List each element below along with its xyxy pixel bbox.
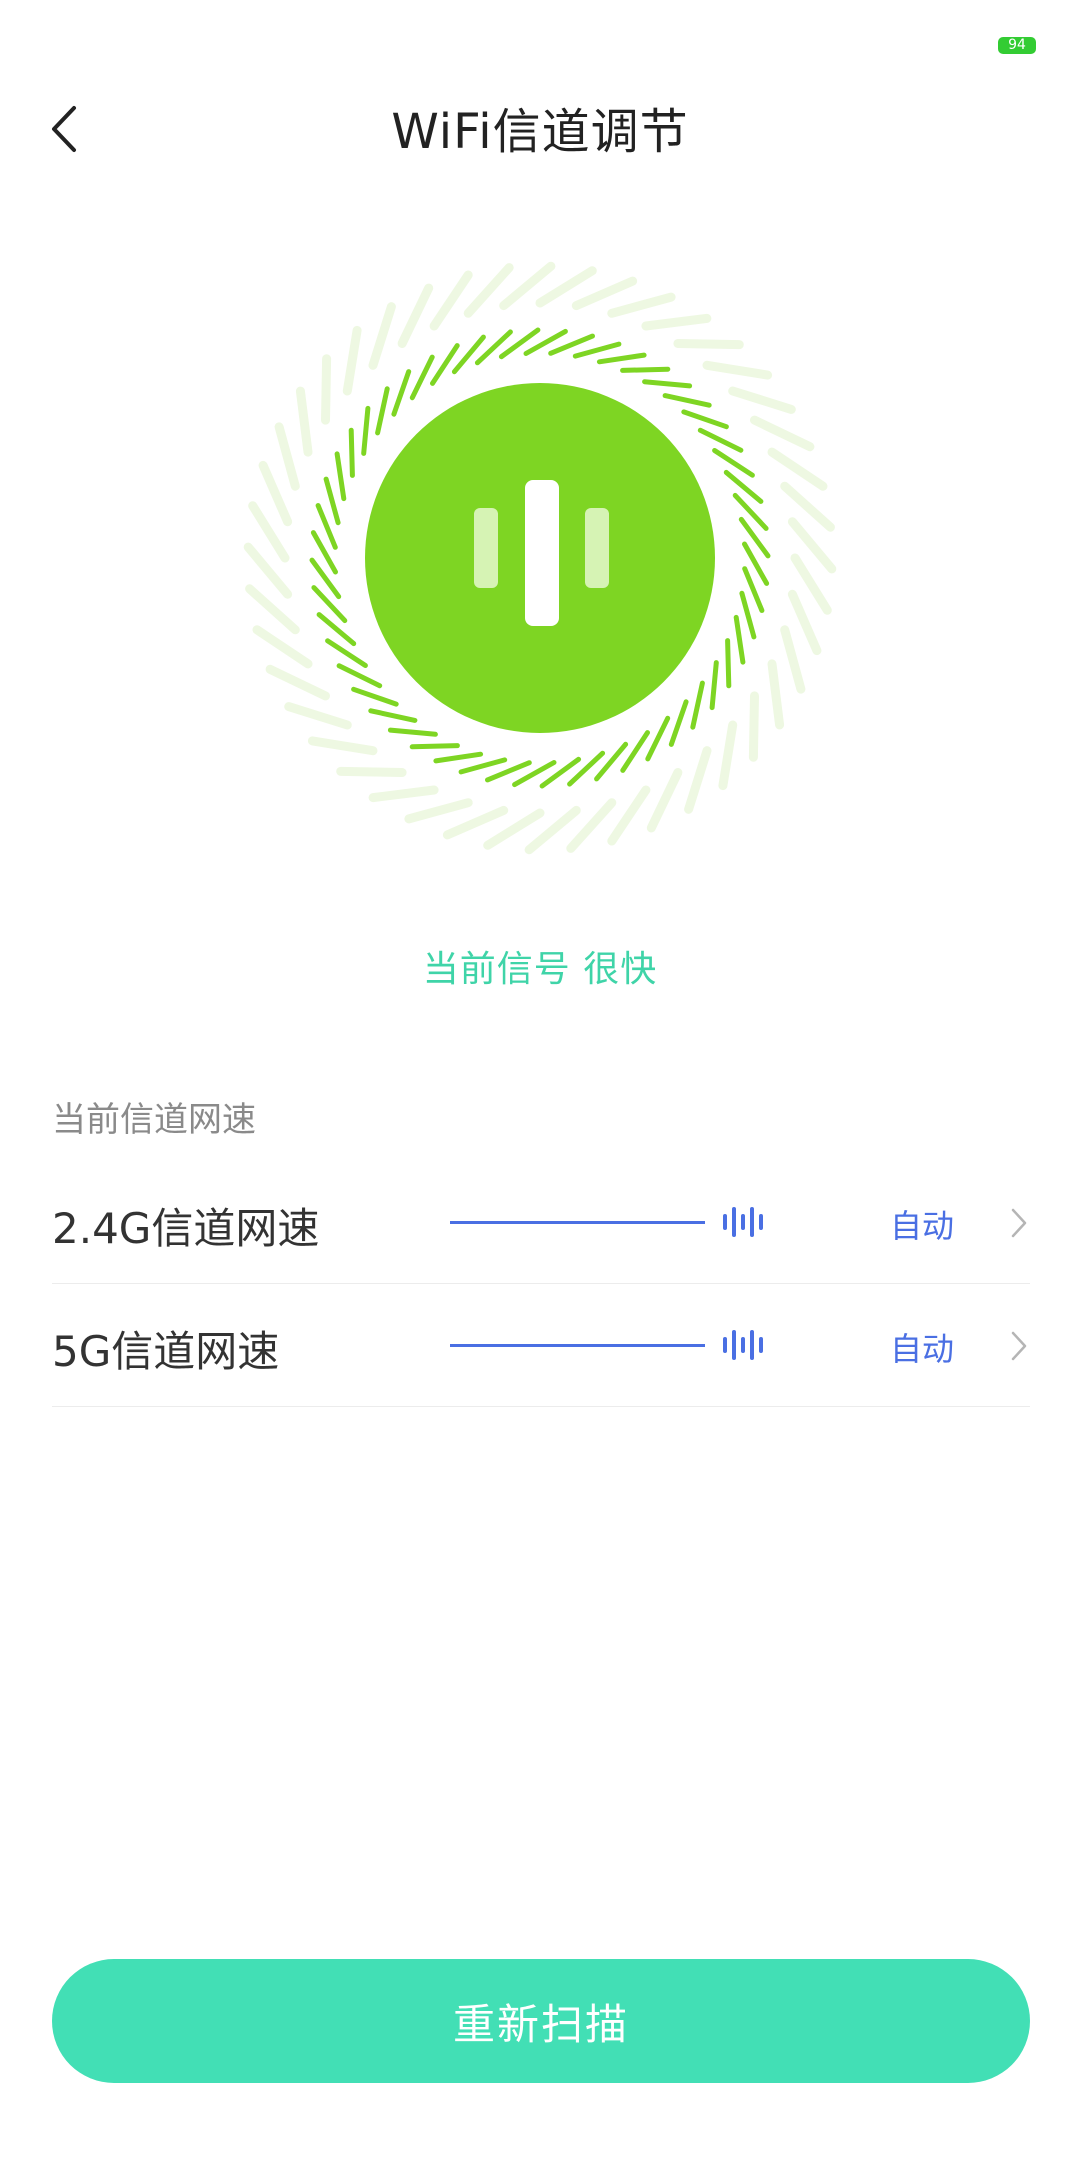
ring-dash: [458, 757, 508, 775]
ring-dash: [607, 292, 676, 318]
chevron-right-icon: [1011, 1331, 1027, 1361]
battery-indicator: 94: [998, 37, 1036, 54]
ring-dash: [258, 460, 293, 527]
channel-row-2-4g[interactable]: 2.4G信道网速 自动: [52, 1161, 1030, 1284]
ring-dash: [662, 393, 712, 408]
ring-dash: [607, 785, 651, 846]
ring-dash: [342, 325, 362, 396]
ring-dash: [718, 720, 738, 791]
ring-dash: [620, 366, 671, 373]
ring-dash: [368, 785, 439, 803]
navigation-bar: WiFi信道调节: [0, 70, 1080, 185]
ring-dash: [387, 727, 438, 737]
ring-dash: [265, 664, 330, 701]
ring-dash: [321, 354, 332, 425]
ring-dash: [739, 590, 757, 640]
ring-dash: [307, 736, 378, 756]
ring-dash: [348, 427, 355, 478]
signal-status-text: 当前信号 很快: [422, 949, 658, 990]
ring-dash: [728, 386, 796, 414]
ring-dash: [252, 625, 313, 669]
ring-dash: [274, 422, 300, 491]
ring-dash: [409, 743, 460, 750]
channel-line: [450, 1221, 705, 1224]
ring-dash: [787, 589, 822, 656]
ring-dash: [594, 741, 629, 782]
ring-dash: [702, 360, 773, 380]
ring-dash: [681, 409, 729, 430]
signal-status-graphic: [240, 258, 840, 858]
section-label: 当前信道网速: [52, 1100, 256, 1140]
ring-dash: [750, 415, 815, 452]
ring-dash: [673, 339, 744, 350]
ring-dash: [723, 469, 764, 504]
ring-dash: [697, 427, 744, 453]
ring-dash: [409, 354, 435, 401]
wifi-signal-icon: [243, 261, 837, 855]
ring-dash: [323, 476, 341, 526]
ring-dash: [725, 638, 732, 689]
ring-dash: [709, 660, 719, 711]
ring-dash: [433, 751, 484, 764]
ring-dash: [430, 343, 460, 386]
ring-dash: [336, 663, 383, 689]
ring-dash: [780, 625, 806, 694]
ring-dash: [620, 730, 650, 773]
channel-line: [450, 1344, 705, 1347]
ring-dash: [334, 451, 347, 502]
ring-dash: [641, 313, 712, 331]
ring-dash: [596, 352, 647, 365]
ring-dash: [325, 638, 368, 668]
ring-dash: [571, 276, 638, 311]
signal-bar-left: [474, 508, 498, 588]
ring-dash: [391, 369, 412, 417]
ring-dash: [451, 334, 486, 375]
ring-dash: [767, 659, 785, 730]
chevron-right-icon: [1011, 1208, 1027, 1238]
ring-dash: [684, 746, 712, 814]
ring-dash: [668, 699, 689, 747]
ring-dash: [368, 708, 418, 723]
ring-dash: [284, 702, 352, 730]
ring-dash: [295, 386, 313, 457]
ring-dash: [572, 341, 622, 359]
ring-dash: [712, 448, 755, 478]
ring-dash: [645, 715, 671, 762]
ring-dash: [429, 270, 473, 331]
signal-bar-center: [525, 480, 559, 626]
rescan-button[interactable]: 重新扫描: [52, 1959, 1030, 2083]
ring-dash: [690, 680, 705, 730]
ring-dash: [316, 612, 357, 647]
ring-dash: [642, 379, 693, 389]
status-bar: 94: [0, 0, 1080, 70]
ring-dash: [733, 614, 746, 665]
signal-bar-right: [585, 508, 609, 588]
channel-row-5g[interactable]: 5G信道网速 自动: [52, 1284, 1030, 1407]
ring-dash: [646, 768, 683, 833]
row-value: 自动: [890, 1330, 955, 1368]
page-title: WiFi信道调节: [391, 104, 689, 160]
ring-dash: [397, 283, 434, 348]
row-label: 5G信道网速: [52, 1327, 280, 1376]
row-value: 自动: [890, 1207, 955, 1245]
ring-dash: [748, 691, 759, 762]
ring-dash: [404, 798, 473, 824]
row-label: 2.4G信道网速: [52, 1204, 320, 1253]
signal-bars-icon: [723, 1207, 763, 1237]
ring-dash: [368, 302, 396, 370]
signal-bars-icon: [723, 1330, 763, 1360]
ring-dash: [351, 686, 399, 707]
ring-dash: [361, 405, 371, 456]
ring-dash: [442, 805, 509, 840]
ring-dash: [375, 386, 390, 436]
ring-dash: [336, 766, 407, 777]
ring-dash: [767, 447, 828, 491]
